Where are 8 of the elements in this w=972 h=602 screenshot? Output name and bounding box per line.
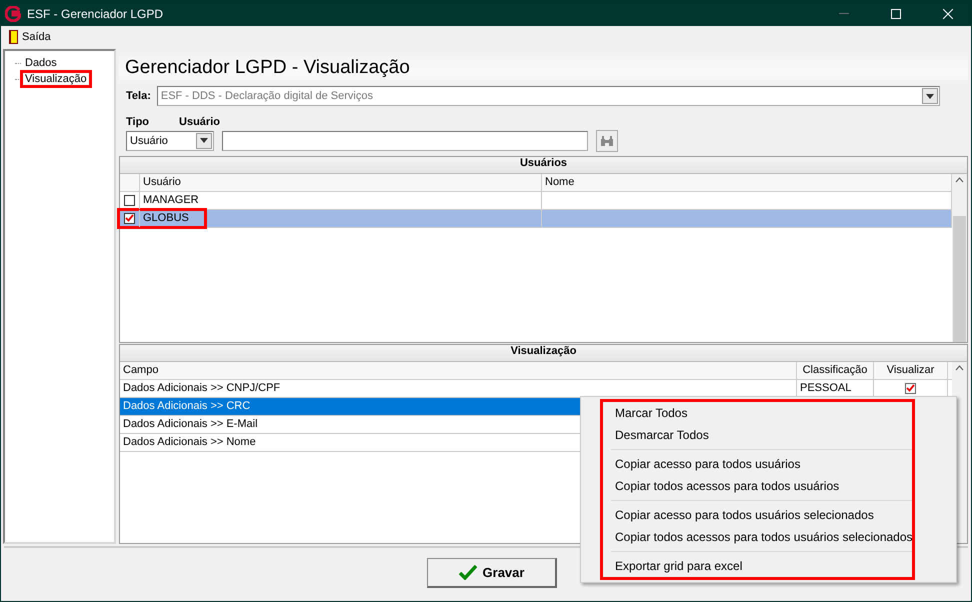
window-title: ESF - Gerenciador LGPD bbox=[27, 6, 164, 20]
field-label: Usuário bbox=[179, 116, 220, 128]
field-label: Tela: bbox=[126, 90, 151, 102]
table-cell: MANAGER bbox=[140, 192, 542, 209]
grid-title: Visualização bbox=[120, 344, 967, 362]
field-label: Tipo bbox=[126, 116, 150, 128]
grid-title: Usuários bbox=[120, 156, 967, 174]
table-cell: GLOBUS bbox=[140, 210, 542, 227]
